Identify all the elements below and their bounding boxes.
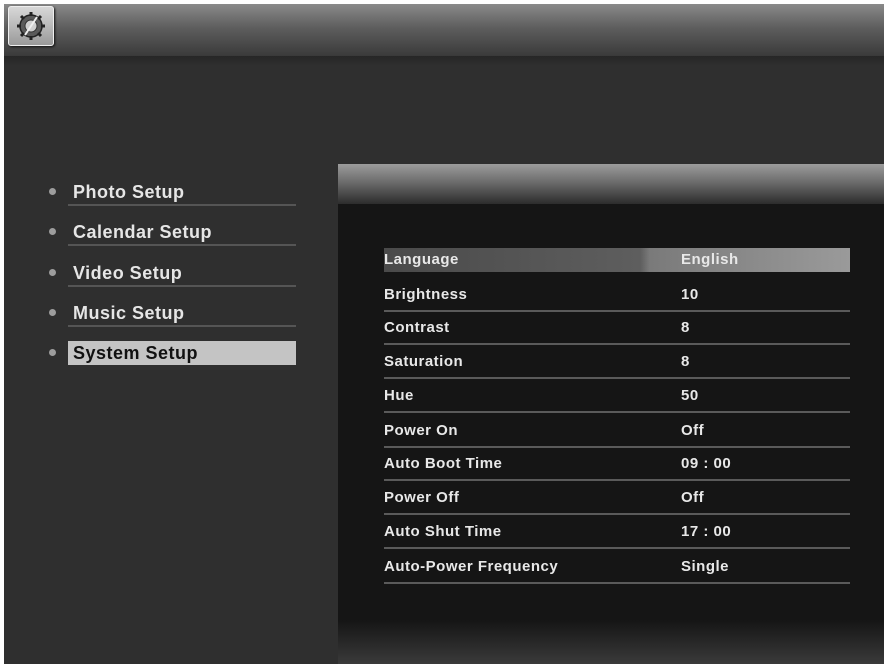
top-bar bbox=[4, 4, 884, 57]
bullet-icon bbox=[49, 309, 56, 316]
app-window: Photo Setup Calendar Setup Video Setup Musi… bbox=[4, 4, 884, 664]
menu-item-system-setup[interactable]: System Setup bbox=[4, 337, 304, 367]
bullet-icon bbox=[49, 228, 56, 235]
menu-item-music-setup[interactable]: Music Setup bbox=[4, 297, 304, 327]
row-divider bbox=[384, 411, 850, 413]
row-divider bbox=[384, 582, 850, 584]
settings-panel: Language English Brightness 10 Contrast 8 Satu… bbox=[338, 164, 884, 664]
setting-row-contrast[interactable]: Contrast 8 bbox=[384, 316, 850, 345]
setting-value[interactable]: 8 bbox=[681, 316, 690, 340]
setting-value[interactable]: Off bbox=[681, 486, 704, 510]
row-divider bbox=[384, 343, 850, 345]
setting-name: Power Off bbox=[384, 489, 460, 506]
setting-row-auto-shut-time[interactable]: Auto Shut Time 17 : 00 bbox=[384, 520, 850, 549]
setting-value[interactable]: 17 : 00 bbox=[681, 520, 731, 544]
bullet-icon bbox=[49, 188, 56, 195]
setting-row-language[interactable]: Language English bbox=[384, 248, 850, 272]
setting-name: Saturation bbox=[384, 353, 464, 370]
menu-item-label: Music Setup bbox=[68, 299, 296, 327]
setting-value[interactable]: Single bbox=[681, 555, 729, 579]
setting-name: Language bbox=[384, 251, 459, 268]
top-bar-shadow bbox=[4, 56, 884, 66]
row-divider bbox=[384, 547, 850, 549]
setting-row-brightness[interactable]: Brightness 10 bbox=[384, 283, 850, 312]
setting-row-saturation[interactable]: Saturation 8 bbox=[384, 350, 850, 379]
setting-name: Contrast bbox=[384, 319, 450, 336]
menu-item-video-setup[interactable]: Video Setup bbox=[4, 257, 304, 287]
setting-value[interactable]: 09 : 00 bbox=[681, 452, 731, 476]
setting-row-hue[interactable]: Hue 50 bbox=[384, 384, 850, 413]
bullet-icon bbox=[49, 269, 56, 276]
menu-item-calendar-setup[interactable]: Calendar Setup bbox=[4, 216, 304, 246]
setting-row-power-on[interactable]: Power On Off bbox=[384, 419, 850, 448]
row-divider bbox=[384, 479, 850, 481]
menu-item-label: Calendar Setup bbox=[68, 218, 296, 246]
setting-row-power-off[interactable]: Power Off Off bbox=[384, 486, 850, 515]
setting-row-auto-boot-time[interactable]: Auto Boot Time 09 : 00 bbox=[384, 452, 850, 481]
menu-item-label: Video Setup bbox=[68, 259, 296, 287]
row-divider bbox=[384, 513, 850, 515]
setting-value[interactable]: 10 bbox=[681, 283, 699, 307]
setting-name: Auto-Power Frequency bbox=[384, 558, 559, 575]
panel-header bbox=[338, 164, 884, 204]
panel-footer bbox=[338, 620, 884, 664]
row-divider bbox=[384, 310, 850, 312]
setting-value[interactable]: 8 bbox=[681, 350, 690, 374]
row-divider bbox=[384, 377, 850, 379]
menu-item-label: System Setup bbox=[68, 341, 296, 365]
setting-value[interactable]: Off bbox=[681, 419, 704, 443]
setting-name: Power On bbox=[384, 422, 459, 439]
gear-icon bbox=[17, 12, 45, 40]
row-divider bbox=[384, 446, 850, 448]
settings-gear-icon[interactable] bbox=[8, 6, 54, 46]
setting-name: Hue bbox=[384, 387, 414, 404]
setting-name: Brightness bbox=[384, 286, 468, 303]
setting-value[interactable]: 50 bbox=[681, 384, 699, 408]
setting-name: Auto Shut Time bbox=[384, 523, 502, 540]
bullet-icon bbox=[49, 349, 56, 356]
setting-value[interactable]: English bbox=[681, 248, 739, 272]
setting-row-auto-power-frequency[interactable]: Auto-Power Frequency Single bbox=[384, 555, 850, 584]
menu-item-label: Photo Setup bbox=[68, 178, 296, 206]
setting-name: Auto Boot Time bbox=[384, 455, 503, 472]
menu-item-photo-setup[interactable]: Photo Setup bbox=[4, 176, 304, 206]
